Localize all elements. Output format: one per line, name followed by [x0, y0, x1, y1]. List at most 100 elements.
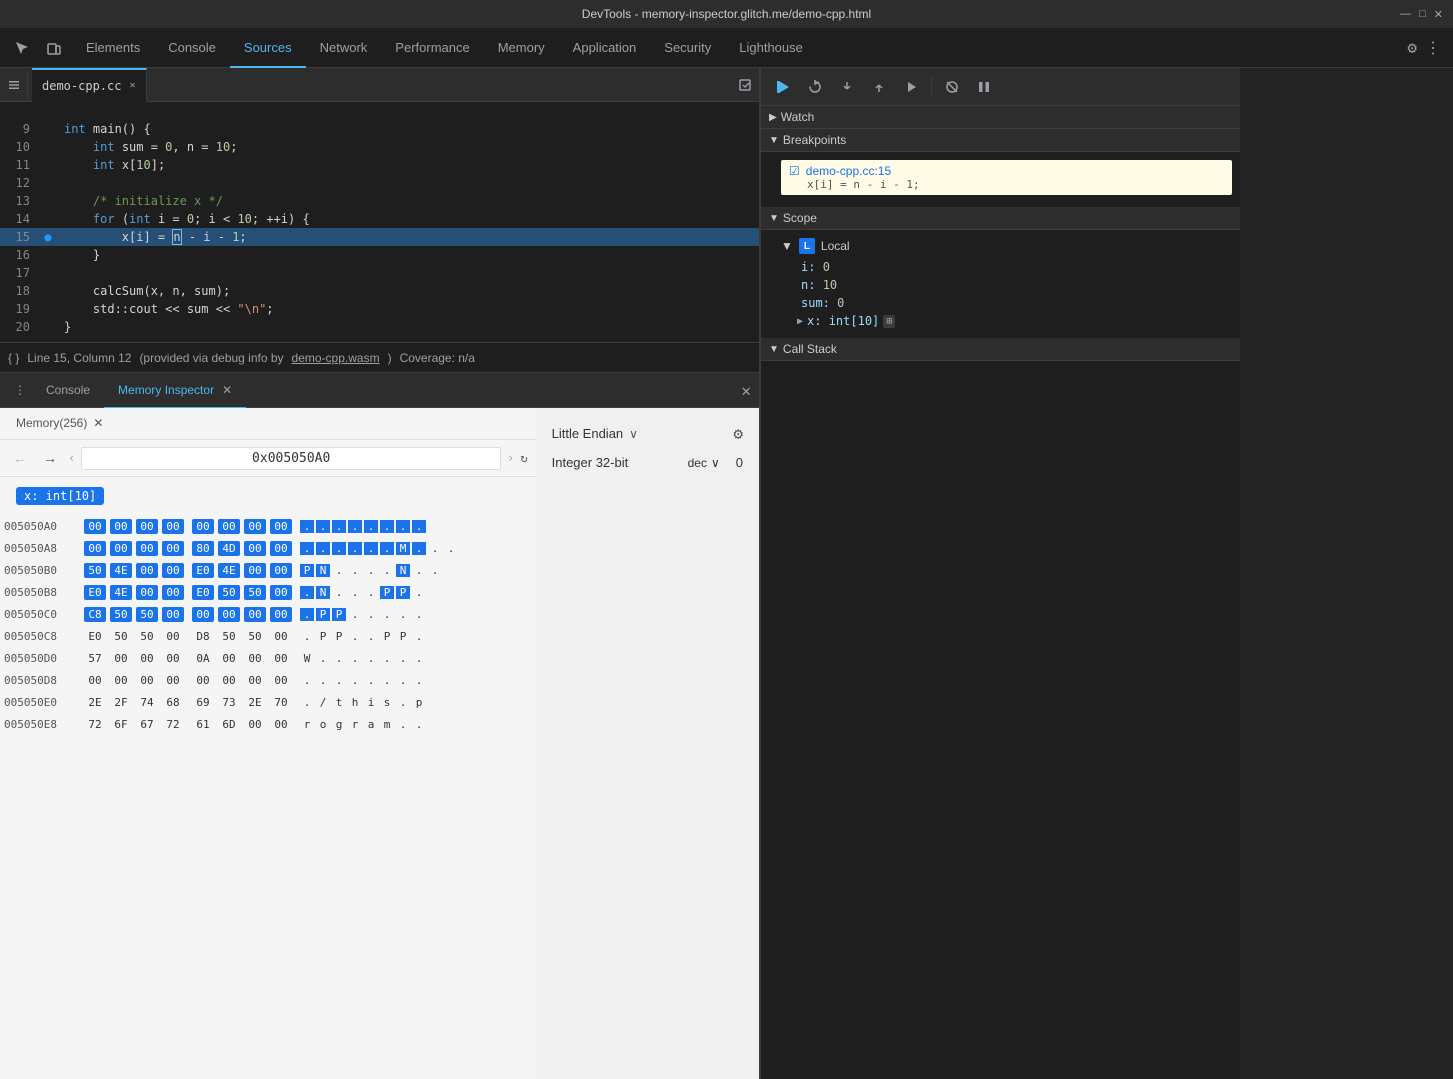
memory-inspector-tab-close[interactable]: ✕ [222, 383, 232, 397]
local-badge: L [799, 238, 815, 254]
code-line-17: 17 [0, 264, 759, 282]
breakpoint-item: ☑ demo-cpp.cc:15 x[i] = n - i - 1; [781, 160, 1232, 195]
code-line-9: 9 int main() { [0, 120, 759, 138]
code-line-15: 15 ● x[i] = n - i - 1; [0, 228, 759, 246]
dec-dropdown-arrow[interactable]: ∨ [711, 456, 720, 470]
nav-forward-button[interactable]: → [38, 446, 62, 470]
breakpoints-content: ☑ demo-cpp.cc:15 x[i] = n - i - 1; [761, 152, 1240, 207]
debugger-panel: ▶ Watch ▼ Breakpoints ☑ demo-cpp.cc:15 x… [760, 68, 1240, 1079]
memory-subtab-close[interactable]: ✕ [93, 416, 103, 430]
step-into-button[interactable] [833, 73, 861, 101]
mem-row-005050D8: 005050D8 00 00 00 00 00 00 00 00 [0, 669, 536, 691]
more-options-icon[interactable]: ⋮ [1421, 34, 1445, 61]
main-tab-bar: Elements Console Sources Network Perform… [0, 28, 1453, 68]
tab-console[interactable]: Console [154, 28, 230, 68]
device-toggle-icon[interactable] [40, 34, 68, 62]
breakpoints-arrow-icon: ▼ [769, 135, 779, 146]
file-tab-demo-cpp[interactable]: demo-cpp.cc ✕ [32, 68, 147, 102]
debug-content: ▶ Watch ▼ Breakpoints ☑ demo-cpp.cc:15 x… [761, 106, 1240, 1079]
memory-grid[interactable]: 005050A0 00 00 00 00 00 00 00 00 [0, 515, 536, 1079]
code-line-11: 11 int x[10]; [0, 156, 759, 174]
code-line-20: 20 } [0, 318, 759, 336]
tab-memory-inspector[interactable]: Memory Inspector ✕ [104, 373, 246, 409]
breakpoints-section-header[interactable]: ▼ Breakpoints [761, 129, 1240, 152]
scope-content: ▼ L Local i: 0 n: 10 sum: 0 ▶ x: int[10]… [761, 230, 1240, 338]
nav-chevron-right[interactable]: › [507, 451, 514, 465]
code-line-14: 14 for (int i = 0; i < 10; ++i) { [0, 210, 759, 228]
tab-performance[interactable]: Performance [381, 28, 483, 68]
memory-inspector-panel: Memory(256) ✕ ← → ‹ › ↻ x: int[10] [0, 408, 759, 1079]
code-line-18: 18 calcSum(x, n, sum); [0, 282, 759, 300]
breakpoint-code: x[i] = n - i - 1; [789, 178, 1224, 191]
tab-sources[interactable]: Sources [230, 28, 306, 68]
scope-section-header[interactable]: ▼ Scope [761, 207, 1240, 230]
endian-selector[interactable]: Little Endian ∨ [552, 426, 638, 441]
call-stack-section-header[interactable]: ▼ Call Stack [761, 338, 1240, 361]
settings-icon[interactable]: ⚙ [1403, 34, 1421, 61]
memory-settings-icon[interactable]: ⚙ [733, 424, 743, 443]
code-line-13: 13 /* initialize x */ [0, 192, 759, 210]
mem-row-005050E0: 005050E0 2E 2F 74 68 69 73 2E 70 [0, 691, 536, 713]
file-tab-close[interactable]: ✕ [129, 80, 135, 91]
tab-memory[interactable]: Memory [484, 28, 559, 68]
memory-type-panel: Little Endian ∨ ⚙ Integer 32-bit dec ∨ 0 [536, 408, 759, 1079]
code-line-12: 12 [0, 174, 759, 192]
mem-row-005050E8: 005050E8 72 6F 67 72 61 6D 00 00 [0, 713, 536, 735]
scope-item-x[interactable]: ▶ x: int[10] ⊞ [781, 312, 1232, 330]
watch-arrow-icon: ▶ [769, 112, 777, 123]
tab-application[interactable]: Application [559, 28, 651, 68]
int32-format-select[interactable]: dec ∨ [688, 456, 720, 470]
step-out-button[interactable] [865, 73, 893, 101]
pretty-print-icon[interactable]: { } [8, 351, 19, 365]
pause-button[interactable] [970, 73, 998, 101]
mem-row-005050C8: 005050C8 E0 50 50 00 D8 50 50 00 [0, 625, 536, 647]
tab-lighthouse[interactable]: Lighthouse [725, 28, 817, 68]
wasm-link[interactable]: demo-cpp.wasm [292, 351, 380, 365]
scope-local-header[interactable]: ▼ L Local [781, 234, 1232, 258]
nav-chevron-left[interactable]: ‹ [68, 451, 75, 465]
bottom-tab-bar: ⋮ Console Memory Inspector ✕ ✕ [0, 372, 759, 408]
mem-row-005050A0: 005050A0 00 00 00 00 00 00 00 00 [0, 515, 536, 537]
memory-subtab-256[interactable]: Memory(256) ✕ [8, 408, 111, 440]
memory-subtab-bar: Memory(256) ✕ [0, 408, 536, 440]
int32-value: 0 [736, 455, 743, 470]
bottom-panel-close[interactable]: ✕ [741, 381, 751, 400]
deactivate-breakpoints-button[interactable] [938, 73, 966, 101]
local-arrow-icon: ▼ [781, 239, 793, 253]
mem-row-005050C0: 005050C0 C8 50 50 00 00 00 00 00 [0, 603, 536, 625]
tab-network[interactable]: Network [306, 28, 382, 68]
sidebar-toggle[interactable] [0, 71, 28, 99]
endian-dropdown-arrow[interactable]: ∨ [629, 427, 638, 441]
resume-button[interactable] [769, 73, 797, 101]
tab-elements[interactable]: Elements [72, 28, 154, 68]
memory-icon[interactable]: ⊞ [883, 315, 895, 328]
watch-section-header[interactable]: ▶ Watch [761, 106, 1240, 129]
mem-row-005050A8: 005050A8 00 00 00 00 80 4D 00 00 [0, 537, 536, 559]
bottom-panel-trigger[interactable]: ⋮ [8, 378, 32, 402]
code-editor[interactable]: 9 int main() { 10 int sum = 0, n = 10; 1… [0, 102, 759, 342]
status-bar: { } Line 15, Column 12 (provided via deb… [0, 342, 759, 372]
coverage-text: Coverage: n/a [400, 351, 475, 365]
tab-security[interactable]: Security [650, 28, 725, 68]
step-over-button[interactable] [801, 73, 829, 101]
mem-row-005050B8: 005050B8 E0 4E 00 00 E0 50 50 00 [0, 581, 536, 603]
code-line [0, 102, 759, 120]
refresh-button[interactable]: ↻ [520, 451, 527, 465]
breakpoint-checkbox[interactable]: ☑ [789, 164, 800, 178]
close-button[interactable]: ✕ [1434, 8, 1443, 21]
address-input[interactable] [81, 447, 501, 470]
scope-item-i: i: 0 [781, 258, 1232, 276]
maximize-button[interactable]: □ [1419, 8, 1426, 21]
nav-back-button[interactable]: ← [8, 446, 32, 470]
code-line-19: 19 std::cout << sum << "\n"; [0, 300, 759, 318]
cursor-icon[interactable] [8, 34, 36, 62]
scope-item-sum: sum: 0 [781, 294, 1232, 312]
file-tab-bar: demo-cpp.cc ✕ [0, 68, 759, 102]
memory-nav-controls: ← → ‹ › ↻ [0, 440, 536, 477]
step-button[interactable] [897, 73, 925, 101]
tab-console-bottom[interactable]: Console [32, 373, 104, 409]
scope-arrow-icon: ▼ [769, 213, 779, 224]
present-icon[interactable] [731, 71, 759, 99]
minimize-button[interactable]: — [1400, 8, 1411, 21]
window-title: DevTools - memory-inspector.glitch.me/de… [582, 7, 871, 21]
